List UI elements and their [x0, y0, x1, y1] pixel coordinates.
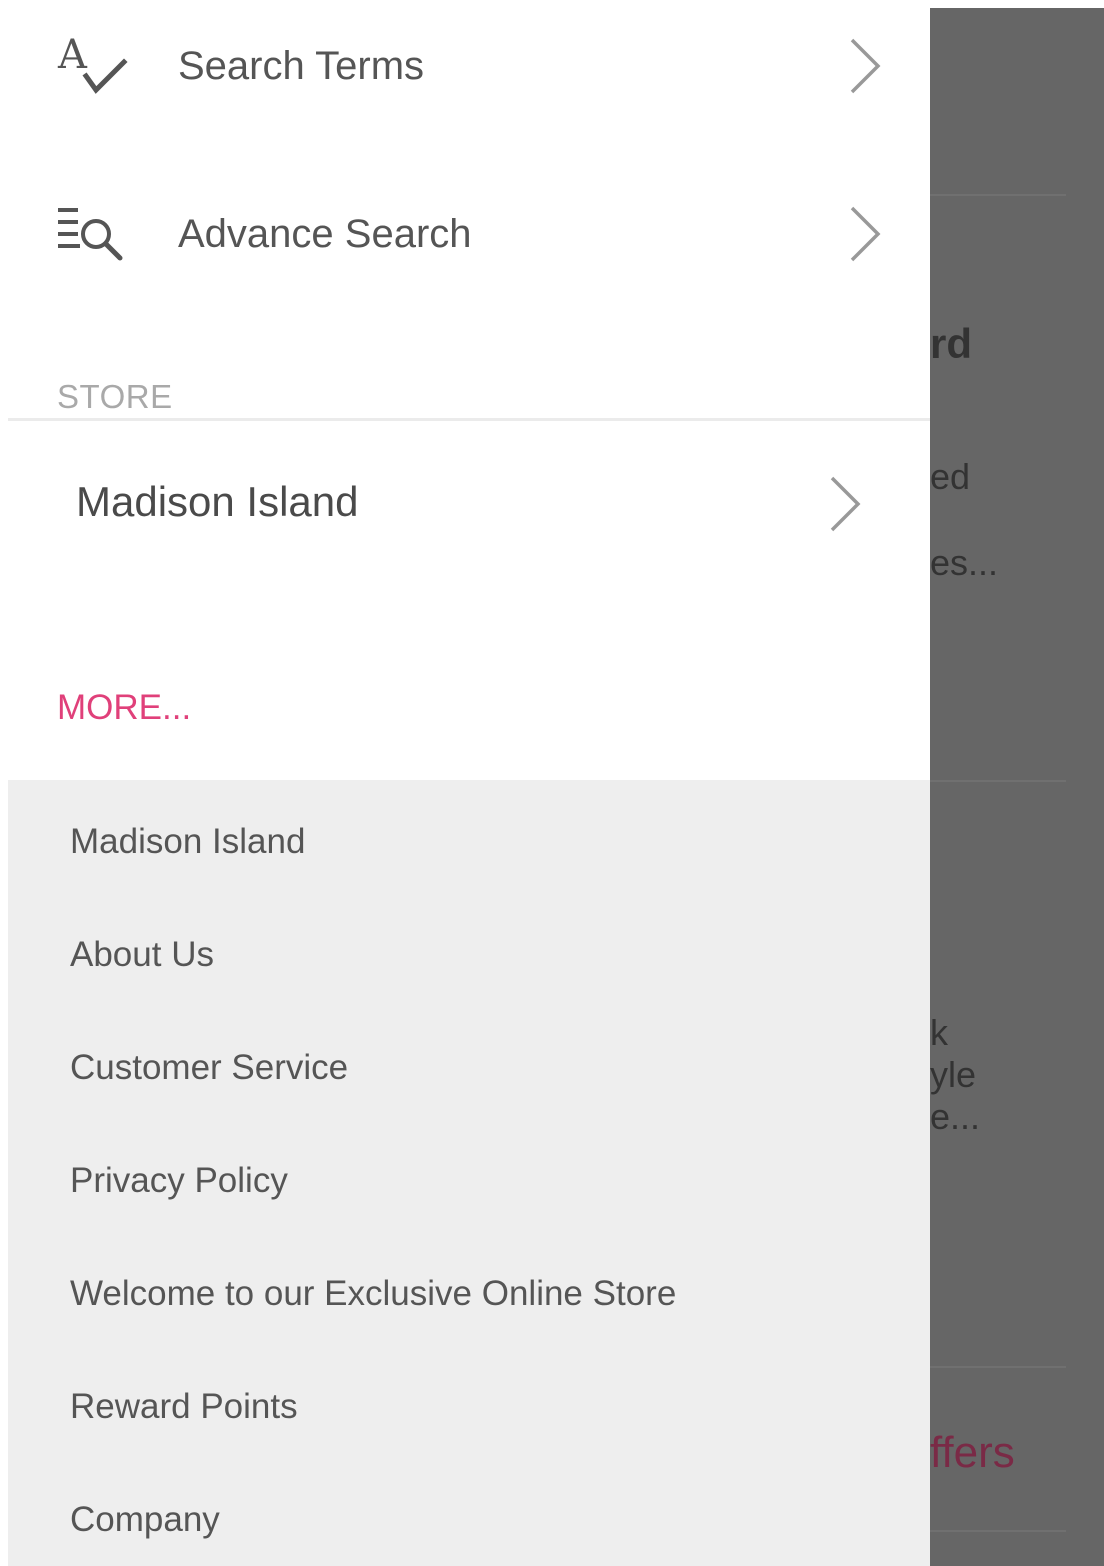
chevron-right-icon: [850, 206, 881, 262]
store-section-header: STORE: [57, 378, 173, 415]
spellcheck-icon: A: [57, 32, 128, 94]
section-divider: [8, 418, 930, 421]
store-selector-item[interactable]: Madison Island: [8, 454, 930, 554]
background-divider: [930, 1530, 1066, 1532]
advance-search-label: Advance Search: [178, 211, 472, 256]
advance-search-item[interactable]: Advance Search: [8, 184, 930, 284]
advanced-search-icon: [58, 208, 123, 261]
background-divider: [930, 1366, 1066, 1368]
more-links-list: Madison Island About Us Customer Service…: [8, 780, 930, 1566]
store-name-label: Madison Island: [76, 478, 359, 525]
more-item-reward-points[interactable]: Reward Points: [70, 1387, 298, 1427]
background-text-fragment: rd: [930, 320, 972, 367]
more-item-welcome[interactable]: Welcome to our Exclusive Online Store: [70, 1274, 676, 1314]
background-text-fragment: es...: [930, 542, 999, 583]
more-item-privacy-policy[interactable]: Privacy Policy: [70, 1161, 288, 1201]
background-text-fragment: ed: [930, 456, 971, 497]
background-text-fragment: k: [930, 1012, 948, 1053]
more-link[interactable]: MORE...: [57, 688, 191, 728]
background-text-fragment: yle: [930, 1054, 977, 1095]
background-text-fragment: ffers: [930, 1428, 1015, 1477]
more-item-customer-service[interactable]: Customer Service: [70, 1048, 348, 1088]
search-terms-label: Search Terms: [178, 43, 425, 88]
more-item-company[interactable]: Company: [70, 1500, 220, 1540]
navigation-drawer: A Search Terms Advance Search STORE Madi…: [8, 0, 930, 1566]
svg-text:A: A: [57, 32, 88, 78]
background-text-fragment: e...: [930, 1096, 981, 1137]
search-terms-item[interactable]: A Search Terms: [8, 16, 930, 116]
background-divider: [930, 194, 1066, 196]
background-divider: [930, 780, 1066, 782]
more-item-about-us[interactable]: About Us: [70, 935, 214, 975]
dimmed-background[interactable]: rd ed es... k yle e... ffers: [930, 8, 1104, 1566]
chevron-right-icon: [830, 476, 861, 532]
chevron-right-icon: [850, 38, 881, 94]
more-item-madison-island[interactable]: Madison Island: [70, 822, 305, 862]
